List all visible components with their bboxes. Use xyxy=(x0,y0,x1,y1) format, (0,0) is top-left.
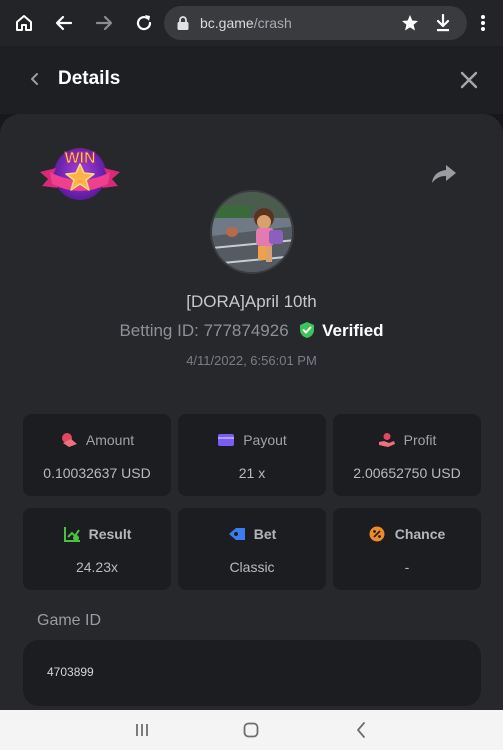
stat-payout-label: Payout xyxy=(243,432,287,448)
home-button-icon[interactable] xyxy=(241,720,261,740)
ticket-icon xyxy=(228,526,246,542)
stat-amount-value: 0.10032637 USD xyxy=(43,465,151,481)
back-button-icon[interactable] xyxy=(352,720,372,740)
close-icon[interactable] xyxy=(458,69,480,91)
android-nav-bar xyxy=(0,710,503,750)
back-arrow-icon[interactable] xyxy=(52,11,76,35)
forward-arrow-icon[interactable] xyxy=(92,11,116,35)
coins-icon xyxy=(60,432,78,448)
back-chevron-icon[interactable] xyxy=(26,70,44,88)
share-icon[interactable] xyxy=(431,163,457,185)
star-icon[interactable] xyxy=(401,14,419,37)
stat-result-label: Result xyxy=(88,526,132,542)
more-menu-icon[interactable] xyxy=(471,11,495,35)
game-id-field[interactable]: 4703899 xyxy=(23,640,481,706)
stat-profit: Profit 2.00652750 USD xyxy=(333,414,481,496)
address-bar[interactable]: bc.game/crash xyxy=(164,6,467,40)
stat-bet-value: Classic xyxy=(229,559,275,575)
stat-result-value: 24.23x xyxy=(75,559,119,575)
url-path: /crash xyxy=(253,15,292,31)
details-header: Details xyxy=(0,46,503,114)
stat-amount-label: Amount xyxy=(85,432,135,448)
percent-icon xyxy=(369,526,387,542)
hand-coin-icon xyxy=(378,432,396,448)
stat-bet: Bet Classic xyxy=(178,508,326,590)
win-badge-text: WIN xyxy=(64,150,95,167)
home-icon[interactable] xyxy=(12,11,36,35)
betting-id-row: Betting ID: 777874926 Verified xyxy=(0,321,503,341)
stat-payout: Payout 21 x xyxy=(178,414,326,496)
stat-bet-label: Bet xyxy=(253,526,277,542)
avatar xyxy=(210,190,294,274)
game-id-label: Game ID xyxy=(37,612,102,629)
game-id-value: 4703899 xyxy=(47,665,94,679)
betting-id-value[interactable]: 777874926 xyxy=(204,321,289,340)
url-text: bc.game/crash xyxy=(200,15,292,31)
stat-profit-value: 2.00652750 USD xyxy=(353,465,461,481)
stat-chance: Chance - xyxy=(333,508,481,590)
reload-icon[interactable] xyxy=(132,11,156,35)
stat-profit-label: Profit xyxy=(403,432,437,448)
stat-chance-value: - xyxy=(404,559,410,575)
recent-apps-icon[interactable] xyxy=(132,720,152,740)
verified-shield-icon xyxy=(299,321,315,339)
stat-chance-label: Chance xyxy=(394,526,446,542)
details-title: Details xyxy=(58,68,121,89)
win-badge-icon: WIN xyxy=(38,142,122,204)
url-domain: bc.game xyxy=(200,15,254,31)
verified-label[interactable]: Verified xyxy=(322,321,383,340)
bet-timestamp: 4/11/2022, 6:56:01 PM xyxy=(186,353,317,368)
betting-id-label: Betting ID: xyxy=(119,321,199,340)
chart-check-icon xyxy=(63,526,81,542)
wallet-icon xyxy=(217,432,235,448)
player-name: [DORA]April 10th xyxy=(186,292,317,311)
download-icon[interactable] xyxy=(435,13,451,37)
lock-icon xyxy=(176,15,190,36)
browser-toolbar: bc.game/crash xyxy=(0,0,503,46)
stat-payout-value: 21 x xyxy=(238,465,266,481)
stat-amount: Amount 0.10032637 USD xyxy=(23,414,171,496)
stat-result: Result 24.23x xyxy=(23,508,171,590)
